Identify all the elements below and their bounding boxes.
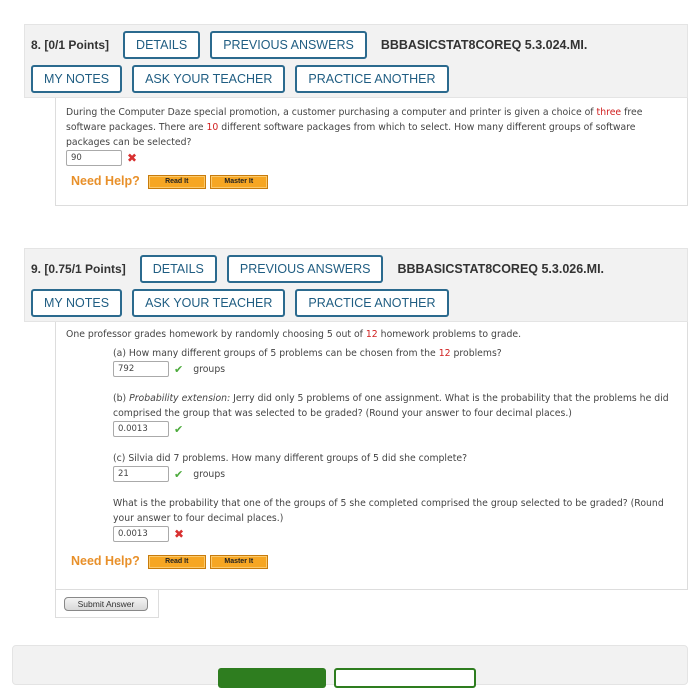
incorrect-icon: ✖ <box>174 526 185 541</box>
part-a-text: (a) How many different groups of 5 probl… <box>113 348 502 359</box>
q8-question-text: During the Computer Daze special promoti… <box>66 107 643 148</box>
submit-answer-button[interactable]: Submit Answer <box>64 597 148 611</box>
details-button[interactable]: DETAILS <box>123 31 201 59</box>
practice-another-button[interactable]: PRACTICE ANOTHER <box>295 65 449 93</box>
part-b-input[interactable]: 0.0013 <box>113 421 169 437</box>
need-help-label: Need Help? <box>71 174 140 188</box>
master-it-button[interactable]: Master It <box>209 174 268 189</box>
part-d-text: What is the probability that one of the … <box>113 498 664 524</box>
q8-header: 8. [0/1 Points] DETAILS PREVIOUS ANSWERS… <box>24 24 688 98</box>
part-a-input[interactable]: 792 <box>113 361 169 377</box>
part-d-input[interactable]: 0.0013 <box>113 526 169 542</box>
q9-intro: One professor grades homework by randoml… <box>66 329 522 340</box>
ask-teacher-button[interactable]: ASK YOUR TEACHER <box>132 65 286 93</box>
details-button[interactable]: DETAILS <box>139 255 217 283</box>
incorrect-icon: ✖ <box>127 150 138 165</box>
question-code: BBBASICSTAT8COREQ 5.3.024.MI. <box>380 38 588 52</box>
unit-label: groups <box>193 468 226 480</box>
part-c-text: (c) Silvia did 7 problems. How many diff… <box>113 453 468 464</box>
previous-answers-button[interactable]: PREVIOUS ANSWERS <box>210 31 367 59</box>
q8-body: During the Computer Daze special promoti… <box>55 98 688 206</box>
bottom-bar <box>12 645 688 688</box>
part-b-text: (b) Probability extension: Jerry did onl… <box>113 393 669 419</box>
ask-teacher-button[interactable]: ASK YOUR TEACHER <box>132 289 286 317</box>
my-notes-button[interactable]: MY NOTES <box>31 289 123 317</box>
need-help-label: Need Help? <box>71 554 140 568</box>
correct-icon: ✔ <box>174 467 184 481</box>
secondary-button[interactable] <box>334 668 476 688</box>
correct-icon: ✔ <box>174 422 184 436</box>
part-c-input[interactable]: 21 <box>113 466 169 482</box>
my-notes-button[interactable]: MY NOTES <box>31 65 123 93</box>
submit-container: Submit Answer <box>55 590 159 618</box>
unit-label: groups <box>193 363 226 375</box>
answer-input[interactable]: 90 <box>66 150 122 166</box>
practice-another-button[interactable]: PRACTICE ANOTHER <box>295 289 449 317</box>
master-it-button[interactable]: Master It <box>209 554 268 569</box>
previous-answers-button[interactable]: PREVIOUS ANSWERS <box>226 255 384 283</box>
q8-number: 8. [0/1 Points] <box>31 38 110 52</box>
primary-button[interactable] <box>218 668 326 688</box>
read-it-button[interactable]: Read It <box>147 554 206 569</box>
correct-icon: ✔ <box>174 362 184 376</box>
read-it-button[interactable]: Read It <box>147 174 206 189</box>
q9-header: 9. [0.75/1 Points] DETAILS PREVIOUS ANSW… <box>24 248 688 322</box>
q9-number: 9. [0.75/1 Points] <box>31 262 126 276</box>
question-code: BBBASICSTAT8COREQ 5.3.026.MI. <box>397 262 605 276</box>
q9-body: One professor grades homework by randoml… <box>55 322 688 590</box>
